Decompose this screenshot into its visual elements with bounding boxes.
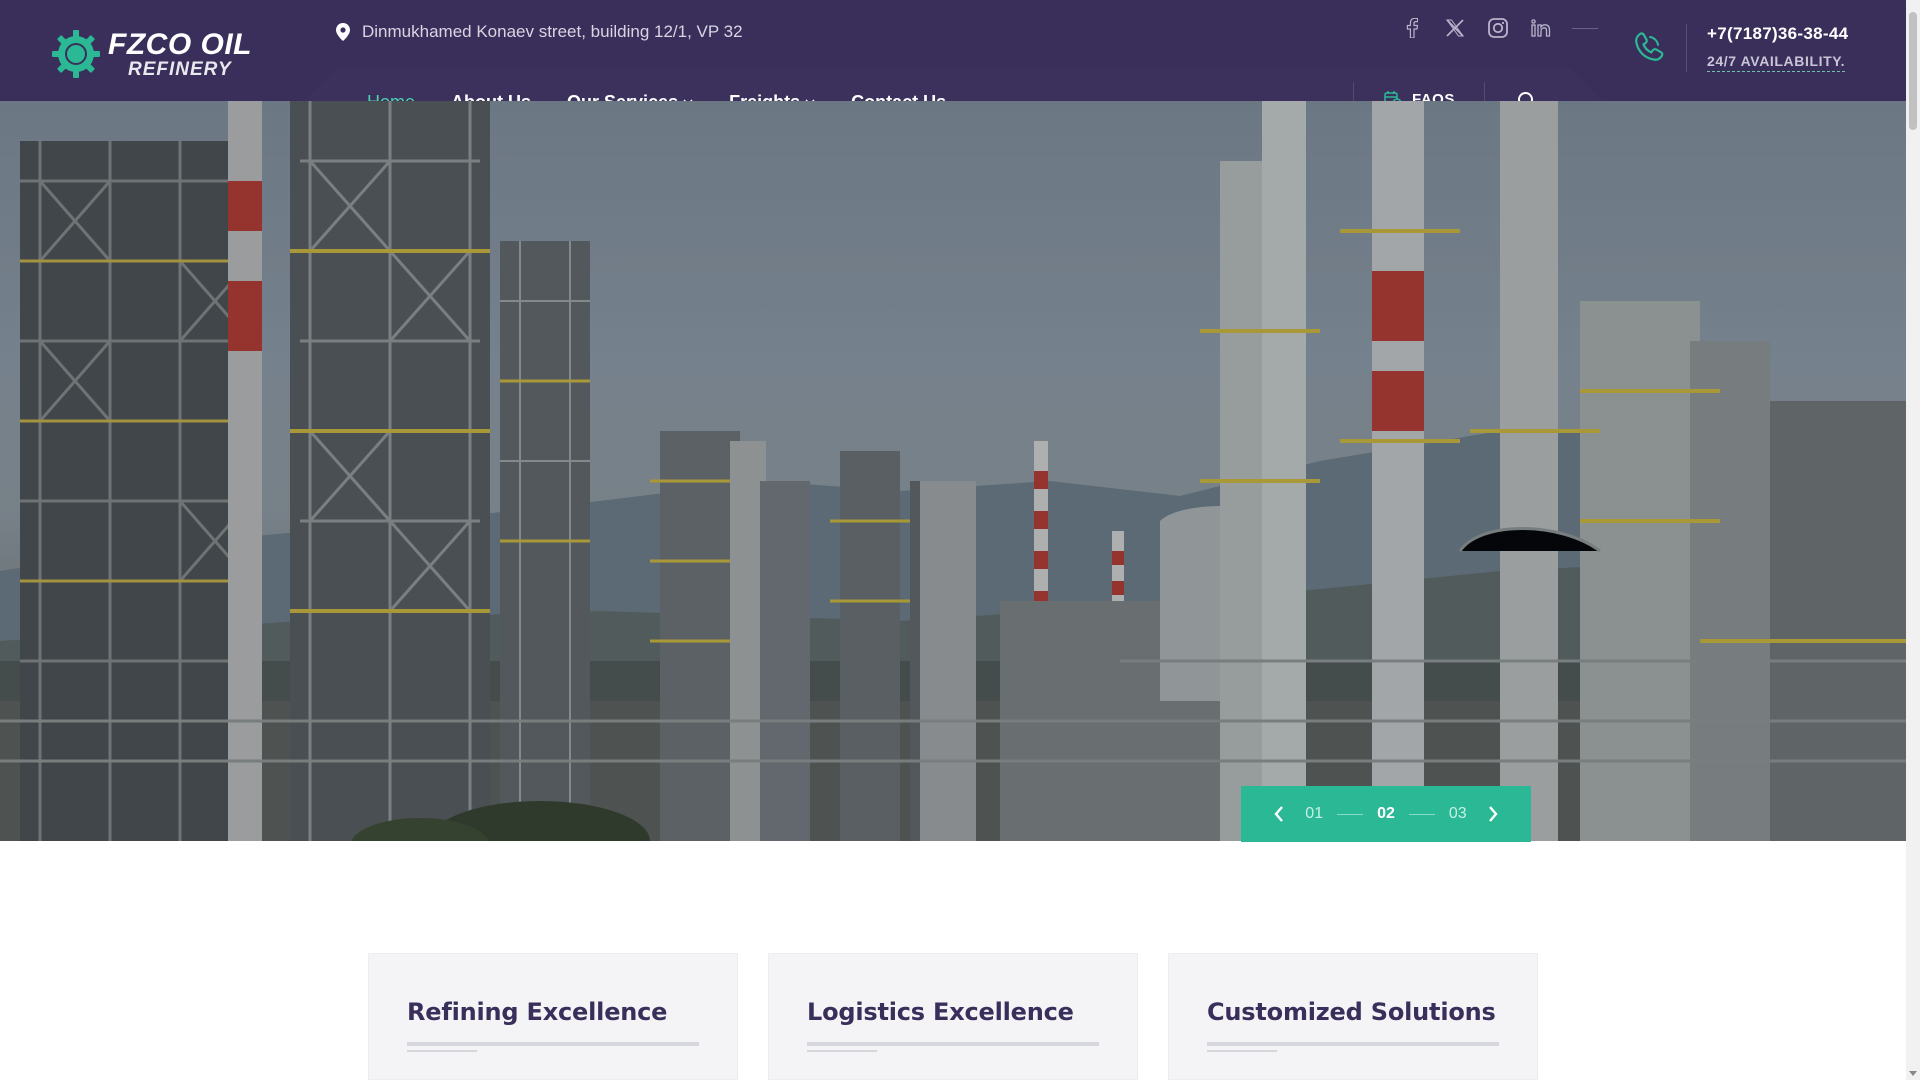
- card-underline: [807, 1042, 1099, 1046]
- slide-indicator-01[interactable]: 01: [1305, 805, 1323, 823]
- logo-line1: FZCO OIL: [108, 27, 252, 61]
- card-underline-accent: [1207, 1050, 1277, 1052]
- chevron-left-icon: [1274, 806, 1284, 822]
- scrollbar-thumb[interactable]: [1909, 12, 1917, 130]
- card-title: Logistics Excellence: [807, 998, 1074, 1026]
- slide-separator: [1408, 813, 1435, 815]
- facebook-icon[interactable]: [1400, 14, 1424, 42]
- refinery-photo: [0, 101, 1906, 841]
- slider-controls: 01 02 03: [1241, 786, 1531, 842]
- phone-icon: [1628, 28, 1668, 68]
- slide-separator: [1337, 813, 1364, 815]
- social-divider: [1572, 27, 1598, 29]
- slider-prev-button[interactable]: [1267, 802, 1291, 826]
- feature-card-refining[interactable]: Refining Excellence: [368, 953, 738, 1080]
- social-links: [1400, 14, 1598, 42]
- slider-next-button[interactable]: [1481, 802, 1505, 826]
- slide-indicator-02[interactable]: 02: [1377, 805, 1395, 823]
- chevron-right-icon: [1488, 806, 1498, 822]
- card-underline-accent: [807, 1050, 877, 1052]
- availability-text: 24/7 AVAILABILITY.: [1707, 53, 1846, 72]
- card-underline-accent: [407, 1050, 477, 1052]
- linkedin-icon[interactable]: [1529, 14, 1553, 42]
- phone-number[interactable]: +7(7187)36-38-44: [1707, 24, 1848, 44]
- card-underline: [407, 1042, 699, 1046]
- address-text: Dinmukhamed Konaev street, building 12/1…: [362, 22, 743, 41]
- hero-slider-image: [0, 101, 1906, 841]
- logo-gear-icon: [50, 28, 102, 80]
- x-twitter-icon[interactable]: [1443, 14, 1467, 42]
- header-divider: [1686, 24, 1687, 72]
- feature-card-logistics[interactable]: Logistics Excellence: [768, 953, 1138, 1080]
- slide-indicator-03[interactable]: 03: [1449, 805, 1467, 823]
- page-scrollbar[interactable]: [1906, 0, 1920, 1080]
- instagram-icon[interactable]: [1486, 14, 1510, 42]
- scroll-down-arrow-icon[interactable]: [1909, 1071, 1917, 1076]
- feature-card-custom-solutions[interactable]: Customized Solutions: [1168, 953, 1538, 1080]
- logo-line2: REFINERY: [128, 58, 232, 80]
- card-underline: [1207, 1042, 1499, 1046]
- map-pin-icon: [336, 23, 350, 41]
- logo-wordmark: FZCO OIL REFINERY: [108, 27, 252, 80]
- card-title: Customized Solutions: [1207, 998, 1496, 1026]
- address: Dinmukhamed Konaev street, building 12/1…: [336, 20, 743, 44]
- site-logo[interactable]: FZCO OIL REFINERY: [50, 26, 260, 82]
- card-title: Refining Excellence: [407, 998, 668, 1026]
